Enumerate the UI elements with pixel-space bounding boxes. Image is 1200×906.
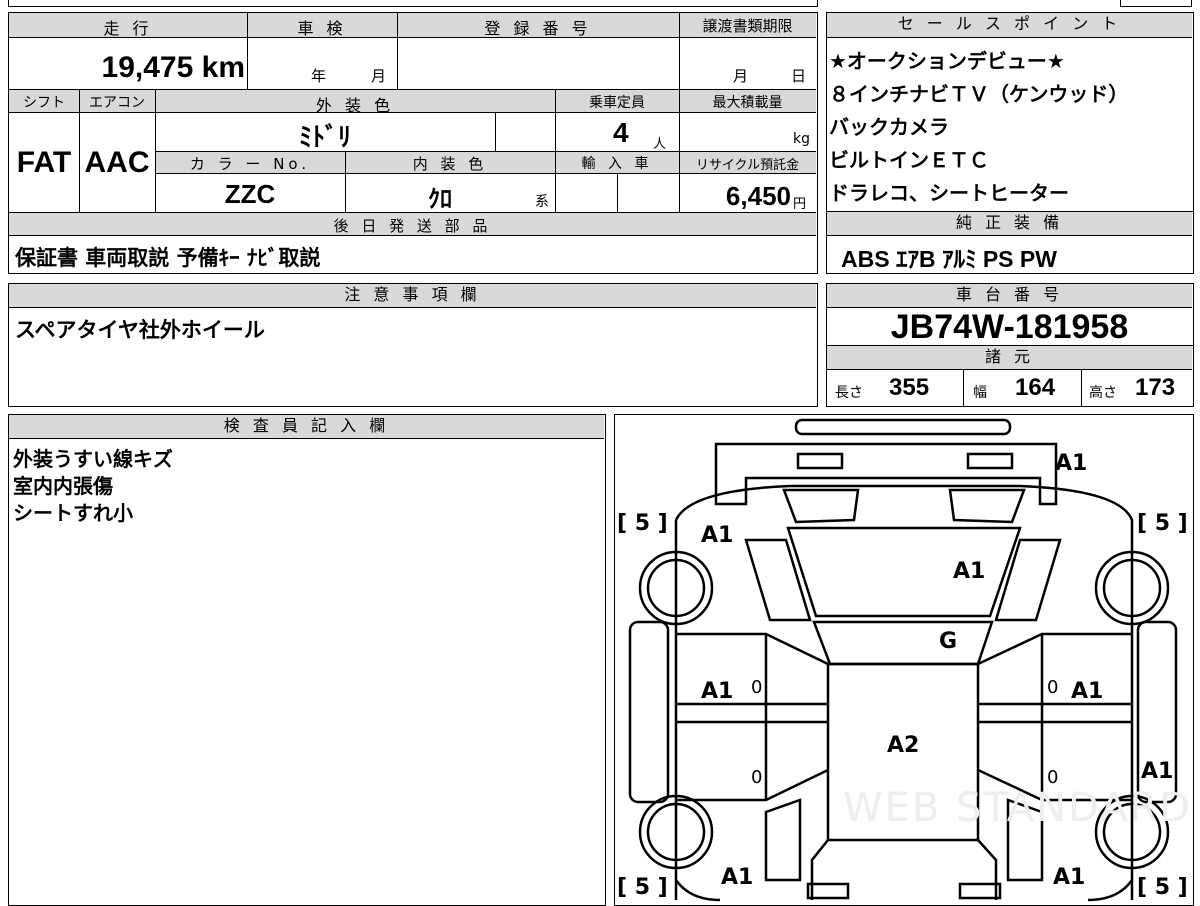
aircon-label: エアコン xyxy=(89,95,145,111)
mark-right-rear: A1 xyxy=(1053,865,1086,890)
sales-points-label: セ ー ル ス ポ イ ン ト xyxy=(827,13,1192,38)
aircon-value: AAC xyxy=(84,146,150,179)
mark-zero: 0 xyxy=(1047,677,1059,698)
length-label: 長さ xyxy=(835,385,863,401)
mileage-value: 19,475 km xyxy=(101,51,245,84)
transfer-label: 譲渡書類期限 xyxy=(702,17,793,35)
chassis-panel: 車 台 番 号 JB74W-181958 xyxy=(826,283,1194,346)
mark-zero: 0 xyxy=(751,767,763,788)
color-no-value: ZZC xyxy=(224,179,276,209)
damage-diagram-panel: WEB STANDARD [ 5 ] [ 5 ] [ 5 ] [ 5 ] A1 … xyxy=(614,414,1194,906)
specs-panel: 諸 元 長さ 355 幅 164 高さ 173 xyxy=(826,345,1194,407)
specs-label: 諸 元 xyxy=(827,346,1192,370)
color-no-label: カ ラ ー No. xyxy=(189,155,311,173)
mileage-label: 走 行 xyxy=(103,19,153,38)
recycle-fee-value: 6,450 xyxy=(725,181,791,211)
tire-front-right: [ 5 ] xyxy=(1137,511,1188,536)
height-label: 高さ xyxy=(1089,385,1117,401)
mark-roof: A2 xyxy=(887,733,920,758)
mark-left-rear: A1 xyxy=(721,865,754,890)
capacity-label: 乗車定員 xyxy=(589,95,645,111)
sales-points-panel: セ ー ル ス ポ イ ン ト ★オークションデビュー★ ８インチナビＴＶ（ケン… xyxy=(826,12,1194,212)
height-value: 173 xyxy=(1135,374,1176,401)
watermark-text: WEB STANDARD xyxy=(843,785,1193,831)
later-parts-value: 保証書 車両取説 予備ｷｰ ﾅﾋﾞ取説 xyxy=(15,246,321,270)
sales-point-line: バックカメラ xyxy=(829,115,949,139)
mark-hood: A1 xyxy=(953,559,986,584)
interior-label: 内 装 色 xyxy=(412,155,488,173)
later-parts-label: 後 日 発 送 部 品 xyxy=(333,217,492,235)
load-label: 最大積載量 xyxy=(712,95,783,111)
transfer-day-unit: 日 xyxy=(791,67,807,85)
inspector-line: 室内内張傷 xyxy=(13,474,113,498)
sales-point-line: ８インチナビＴＶ（ケンウッド） xyxy=(829,82,1129,106)
interior-color-value: ｸﾛ xyxy=(428,186,452,213)
mark-front-bumper: A1 xyxy=(1055,451,1088,476)
mark-right-front-door: A1 xyxy=(1071,679,1104,704)
notes-panel: 注 意 事 項 欄 スペアタイヤ社外ホイール xyxy=(8,283,818,407)
tire-front-left: [ 5 ] xyxy=(617,511,668,536)
interior-suffix: 系 xyxy=(535,194,549,210)
load-unit: kg xyxy=(793,131,810,147)
shift-label: シフト xyxy=(23,95,65,111)
notes-value: スペアタイヤ社外ホイール xyxy=(15,318,265,342)
mark-right-rear-quarter: A1 xyxy=(1141,759,1174,784)
shift-value: FAT xyxy=(16,146,72,179)
inspection-month-unit: 月 xyxy=(371,67,387,85)
genuine-equipment-panel: 純 正 装 備 ABS ｴｱB ｱﾙﾐ PS PW xyxy=(826,211,1194,274)
inspection-year-unit: 年 xyxy=(311,67,327,85)
import-label: 輸 入 車 xyxy=(581,156,653,172)
genuine-equipment-label: 純 正 装 備 xyxy=(827,212,1192,236)
tire-rear-right: [ 5 ] xyxy=(1137,875,1188,900)
sales-point-line: ドラレコ、シートヒーター xyxy=(829,181,1069,205)
inspector-line: シートすれ小 xyxy=(13,501,133,525)
exterior-color-value: ﾐﾄﾞﾘ xyxy=(298,122,351,152)
genuine-equipment-value: ABS ｴｱB ｱﾙﾐ PS PW xyxy=(841,246,1057,272)
length-value: 355 xyxy=(889,374,930,401)
mark-zero: 0 xyxy=(751,677,763,698)
registration-label: 登 録 番 号 xyxy=(484,19,592,38)
inspector-panel: 検 査 員 記 入 欄 外装うすい線キズ 室内内張傷 シートすれ小 xyxy=(8,414,606,906)
recycle-label: リサイクル預託金 xyxy=(695,158,800,173)
sales-point-line: ビルトインＥＴＣ xyxy=(829,148,989,172)
inspection-label: 車 検 xyxy=(297,19,347,38)
mark-windshield: G xyxy=(939,629,958,654)
mark-zero: 0 xyxy=(1047,767,1059,788)
inspector-line: 外装うすい線キズ xyxy=(13,447,173,471)
inspector-label: 検 査 員 記 入 欄 xyxy=(9,415,604,439)
width-value: 164 xyxy=(1015,374,1056,401)
vehicle-info-table: 走 行 車 検 登 録 番 号 譲渡書類期限 19,475 km 年 月 月 日… xyxy=(8,12,818,274)
chassis-value: JB74W-181958 xyxy=(890,308,1129,346)
mark-left-front-door: A1 xyxy=(701,679,734,704)
width-label: 幅 xyxy=(973,385,987,401)
chassis-label: 車 台 番 号 xyxy=(827,284,1192,308)
recycle-unit: 円 xyxy=(793,197,807,212)
top-strip xyxy=(0,0,1200,8)
transfer-month-unit: 月 xyxy=(733,67,749,85)
tire-rear-left: [ 5 ] xyxy=(617,875,668,900)
capacity-value: 4 xyxy=(613,117,629,148)
mark-front-left-fender: A1 xyxy=(701,523,734,548)
notes-label: 注 意 事 項 欄 xyxy=(9,284,816,308)
capacity-unit: 人 xyxy=(653,137,667,152)
sales-point-line: ★オークションデビュー★ xyxy=(829,49,1065,73)
